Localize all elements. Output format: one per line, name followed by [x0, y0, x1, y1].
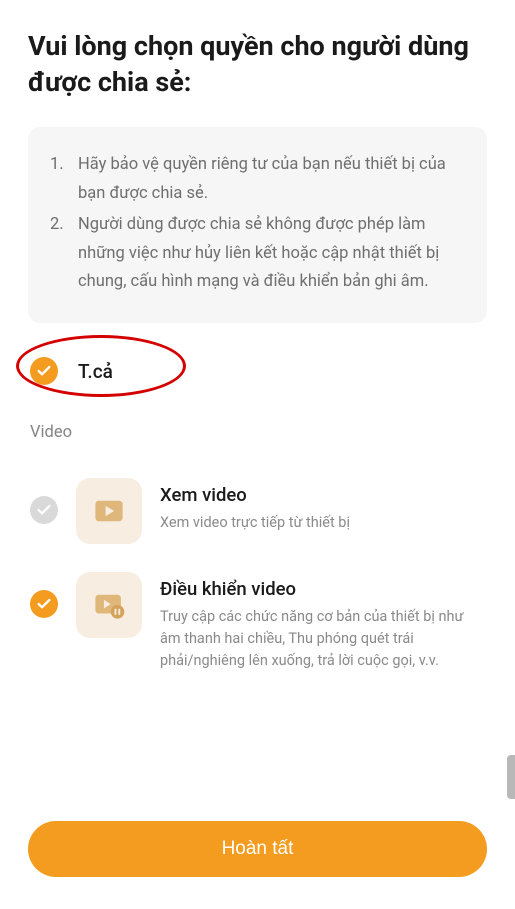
info-item: Người dùng được chia sẻ không được phép …: [50, 211, 465, 298]
play-video-icon: [76, 478, 142, 544]
select-all-label: T.cả: [78, 360, 113, 383]
complete-button[interactable]: Hoàn tất: [28, 821, 487, 877]
play-pause-video-icon: [76, 572, 142, 638]
info-box: Hãy bảo vệ quyền riêng tư của bạn nếu th…: [28, 127, 487, 323]
permission-item-control-video[interactable]: Điều khiển video Truy cập các chức năng …: [28, 558, 487, 685]
permission-item-view-video[interactable]: Xem video Xem video trực tiếp từ thiết b…: [28, 464, 487, 558]
select-all-row[interactable]: T.cả: [28, 351, 487, 403]
permission-description: Truy cập các chức năng cơ bản của thiết …: [160, 606, 485, 671]
page-title: Vui lòng chọn quyền cho người dùng được …: [28, 28, 487, 101]
checkmark-icon: [30, 590, 58, 618]
permission-title: Điều khiển video: [160, 578, 485, 600]
permission-title: Xem video: [160, 484, 485, 506]
section-label: Video: [28, 403, 487, 464]
permission-description: Xem video trực tiếp từ thiết bị: [160, 512, 485, 534]
scroll-indicator[interactable]: [507, 755, 515, 799]
checkmark-icon: [30, 357, 58, 385]
checkmark-icon: [30, 496, 58, 524]
info-item: Hãy bảo vệ quyền riêng tư của bạn nếu th…: [50, 151, 465, 209]
